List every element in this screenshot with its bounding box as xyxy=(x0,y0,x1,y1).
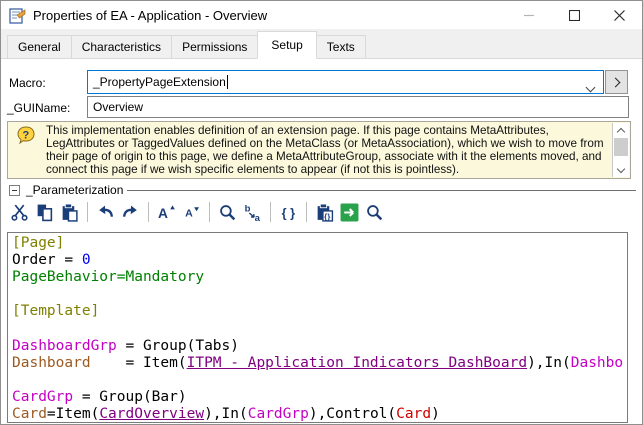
section-divider xyxy=(127,189,636,191)
code-line: CardGrp = Group(Bar) xyxy=(12,388,187,405)
scrollbar-thumb[interactable] xyxy=(614,138,628,156)
tab-general[interactable]: General xyxy=(7,35,72,58)
redo-icon[interactable] xyxy=(118,200,143,225)
setup-tab-page: Macro: _PropertyPageExtension _GUIName: … xyxy=(1,59,642,424)
toolbar-separator xyxy=(270,202,271,222)
tab-permissions[interactable]: Permissions xyxy=(171,35,259,58)
code-editor[interactable]: [Page] Order = 0 PageBehavior=Mandatory [T… xyxy=(7,232,628,423)
window-title: Properties of EA - Application - Overvie… xyxy=(33,7,268,23)
title-bar: Properties of EA - Application - Overvie… xyxy=(1,1,642,29)
code-line: [Template] xyxy=(12,303,100,320)
macro-combobox[interactable]: _PropertyPageExtension xyxy=(87,70,604,94)
code-toolbar: A Ab a { } {} xyxy=(7,197,387,227)
toolbar-separator xyxy=(209,202,210,222)
parameterization-section: _Parameterization xyxy=(9,183,636,197)
help-balloon-icon: ? xyxy=(17,126,35,145)
close-button[interactable] xyxy=(597,1,642,29)
svg-text:?: ? xyxy=(23,130,30,142)
toolbar-separator xyxy=(148,202,149,222)
replace-icon[interactable]: ba xyxy=(240,200,265,225)
minimize-button[interactable] xyxy=(507,1,552,29)
tab-bar: General Characteristics Permissions Setu… xyxy=(1,29,642,59)
svg-text:{}: {} xyxy=(324,212,330,221)
copy-icon[interactable] xyxy=(32,200,57,225)
macro-value: _PropertyPageExtension xyxy=(93,75,226,89)
collapse-icon[interactable] xyxy=(9,184,20,196)
code-line: Order = 0 xyxy=(12,252,91,269)
window-icon xyxy=(9,7,26,24)
code-line: Dashboard = Item(ITPM - Application Indi… xyxy=(12,354,624,371)
font-decrease-icon[interactable]: A xyxy=(179,200,204,225)
properties-dialog: Properties of EA - Application - Overvie… xyxy=(0,0,643,425)
tab-texts[interactable]: Texts xyxy=(315,35,366,58)
toolbar-separator xyxy=(87,202,88,222)
text-caret xyxy=(226,75,228,89)
toolbar-separator xyxy=(306,202,307,222)
code-line: [Page] xyxy=(12,235,65,251)
chevron-down-icon[interactable] xyxy=(585,78,596,96)
chevron-right-icon xyxy=(610,77,621,87)
guiname-label: _GUIName: xyxy=(7,101,71,115)
search-icon[interactable] xyxy=(362,200,387,225)
code-line: PageBehavior=Mandatory xyxy=(12,269,205,286)
undo-icon[interactable] xyxy=(93,200,118,225)
tab-characteristics[interactable]: Characteristics xyxy=(70,35,173,58)
braces-icon[interactable]: { } xyxy=(276,200,301,225)
code-line: DashboardGrp = Group(Tabs) xyxy=(12,337,239,354)
macro-label: Macro: xyxy=(9,76,46,90)
paste-icon[interactable] xyxy=(57,200,82,225)
scroll-down-icon[interactable] xyxy=(613,163,629,177)
svg-text:{ }: { } xyxy=(282,206,295,220)
svg-text:a: a xyxy=(255,212,261,221)
run-icon[interactable] xyxy=(337,200,362,225)
zoom-icon[interactable] xyxy=(215,200,240,225)
maximize-button[interactable] xyxy=(552,1,597,29)
scroll-up-icon[interactable] xyxy=(613,123,629,137)
info-box: ? This implementation enables definition… xyxy=(7,121,631,179)
guiname-value: Overview xyxy=(93,100,144,114)
guiname-input[interactable]: Overview xyxy=(87,96,629,118)
info-text: This implementation enables definition o… xyxy=(46,124,604,176)
cut-icon[interactable] xyxy=(7,200,32,225)
paste-special-icon[interactable]: {} xyxy=(312,200,337,225)
tab-setup[interactable]: Setup xyxy=(257,31,317,59)
code-line: Card=Item(CardOverview),In(CardGrp),Cont… xyxy=(12,405,440,422)
font-increase-icon[interactable]: A xyxy=(154,200,179,225)
svg-text:A: A xyxy=(158,205,168,220)
macro-navigate-button[interactable] xyxy=(605,70,628,94)
window-controls xyxy=(507,1,642,29)
svg-text:A: A xyxy=(185,207,193,219)
section-label: _Parameterization xyxy=(26,183,124,197)
info-scrollbar[interactable] xyxy=(612,123,629,177)
